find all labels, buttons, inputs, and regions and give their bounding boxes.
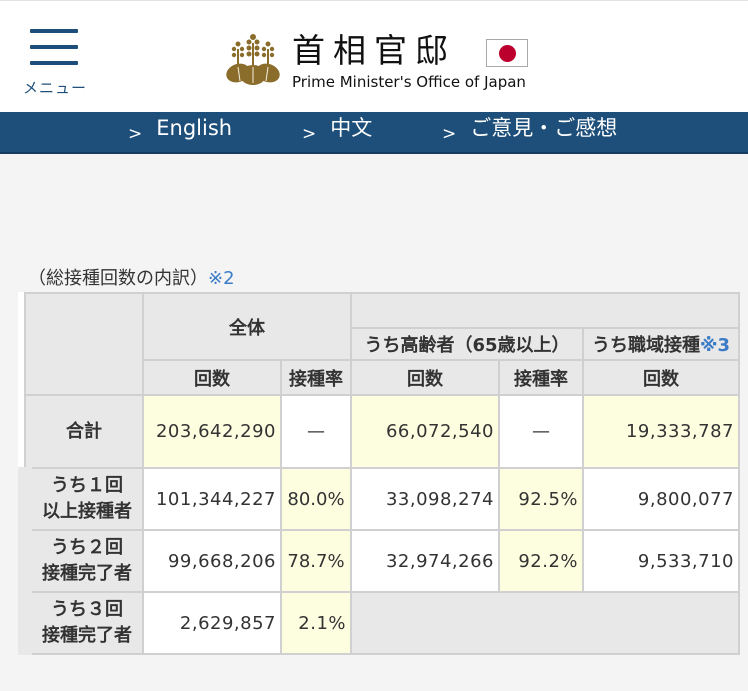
site-title-en: Prime Minister's Office of Japan bbox=[292, 73, 526, 91]
vaccination-breakdown-table: 全体 うち高齢者（65歳以上） うち職域接種※3 回数 接種率 回数 接種率 回… bbox=[18, 292, 740, 655]
hamburger-icon bbox=[30, 29, 78, 65]
row-label-line1: うち２回 bbox=[51, 537, 123, 558]
row-label-total: 合計 bbox=[24, 394, 144, 469]
row-label-line1: うち３回 bbox=[51, 599, 123, 620]
subheader-all-count: 回数 bbox=[142, 359, 282, 396]
row-label-line1: うち１回 bbox=[51, 475, 123, 496]
table-row-total: 合計 203,642,290 — 66,072,540 — 19,333,787 bbox=[24, 394, 740, 469]
cell-workplace-count: 19,333,787 bbox=[582, 394, 740, 469]
cell-elderly-count: 66,072,540 bbox=[350, 394, 500, 469]
subheader-workplace-count: 回数 bbox=[582, 359, 740, 396]
subheader-elderly-rate: 接種率 bbox=[498, 359, 584, 396]
row-label-line2: 以上接種者 bbox=[42, 501, 132, 522]
header-workplace: うち職域接種※3 bbox=[582, 327, 740, 361]
chevron-right-icon: > bbox=[128, 124, 143, 144]
caption-note-link[interactable]: ※2 bbox=[208, 268, 235, 289]
language-nav: > English > 中文 > ご意見・ご感想 bbox=[0, 112, 748, 154]
header-workplace-label: うち職域接種 bbox=[591, 335, 700, 356]
japan-flag-icon bbox=[486, 39, 528, 67]
cell-all-count: 101,344,227 bbox=[142, 467, 282, 531]
row-label-dose2: うち２回接種完了者 bbox=[18, 529, 144, 593]
nav-link-label: English bbox=[156, 116, 233, 140]
cell-workplace-count: 9,800,077 bbox=[582, 467, 740, 531]
paulownia-emblem-icon bbox=[226, 34, 280, 85]
nav-link-chinese[interactable]: > 中文 bbox=[302, 112, 372, 152]
table-row-dose2: うち２回接種完了者 99,668,206 78.7% 32,974,266 92… bbox=[18, 529, 740, 593]
menu-label: メニュー bbox=[22, 79, 87, 97]
subheader-all-rate: 接種率 bbox=[280, 359, 352, 396]
cell-elderly-count: 32,974,266 bbox=[350, 529, 500, 593]
cell-all-rate: 78.7% bbox=[280, 529, 352, 593]
table-row-dose3: うち３回接種完了者 2,629,857 2.1% bbox=[18, 591, 740, 655]
caption-text: （総接種回数の内訳） bbox=[28, 268, 208, 289]
cell-workplace-count: 9,533,710 bbox=[582, 529, 740, 593]
row-label-line1: 合計 bbox=[66, 420, 102, 442]
nav-link-feedback[interactable]: > ご意見・ご感想 bbox=[442, 112, 617, 152]
cell-elderly-count: 33,098,274 bbox=[350, 467, 500, 531]
site-title-jp: 首相官邸 bbox=[292, 31, 456, 70]
header-spacer bbox=[350, 292, 740, 328]
row-label-line2: 接種完了者 bbox=[42, 563, 132, 584]
cell-elderly-rate: 92.5% bbox=[498, 467, 584, 531]
table-row-dose1: うち１回以上接種者 101,344,227 80.0% 33,098,274 9… bbox=[18, 467, 740, 531]
table-caption: （総接種回数の内訳）※2 bbox=[28, 264, 235, 290]
cell-elderly-rate: 92.2% bbox=[498, 529, 584, 593]
chevron-right-icon: > bbox=[442, 124, 457, 144]
site-header: メニュー 首相官邸 Prime Minister's Office of Jap… bbox=[0, 0, 748, 112]
header-elderly: うち高齢者（65歳以上） bbox=[350, 327, 584, 361]
cell-all-rate: 80.0% bbox=[280, 467, 352, 531]
chevron-right-icon: > bbox=[302, 124, 317, 144]
subheader-elderly-count: 回数 bbox=[350, 359, 500, 396]
row-label-dose1: うち１回以上接種者 bbox=[18, 467, 144, 531]
empty-cell bbox=[350, 591, 740, 655]
cell-all-rate: — bbox=[280, 394, 352, 469]
corner-cell bbox=[24, 292, 144, 396]
cell-all-count: 2,629,857 bbox=[142, 591, 282, 655]
nav-link-label: 中文 bbox=[330, 116, 373, 140]
header-workplace-note-link[interactable]: ※3 bbox=[700, 335, 730, 356]
cell-all-rate: 2.1% bbox=[280, 591, 352, 655]
header-all: 全体 bbox=[142, 292, 352, 361]
nav-link-label: ご意見・ご感想 bbox=[470, 116, 618, 140]
menu-button[interactable]: メニュー bbox=[20, 27, 90, 97]
cell-all-count: 203,642,290 bbox=[142, 394, 282, 469]
nav-link-english[interactable]: > English bbox=[128, 112, 232, 152]
cell-elderly-rate: — bbox=[498, 394, 584, 469]
row-label-line2: 接種完了者 bbox=[42, 625, 132, 646]
row-label-dose3: うち３回接種完了者 bbox=[18, 591, 144, 655]
cell-all-count: 99,668,206 bbox=[142, 529, 282, 593]
site-logo[interactable]: 首相官邸 Prime Minister's Office of Japan bbox=[222, 31, 532, 93]
